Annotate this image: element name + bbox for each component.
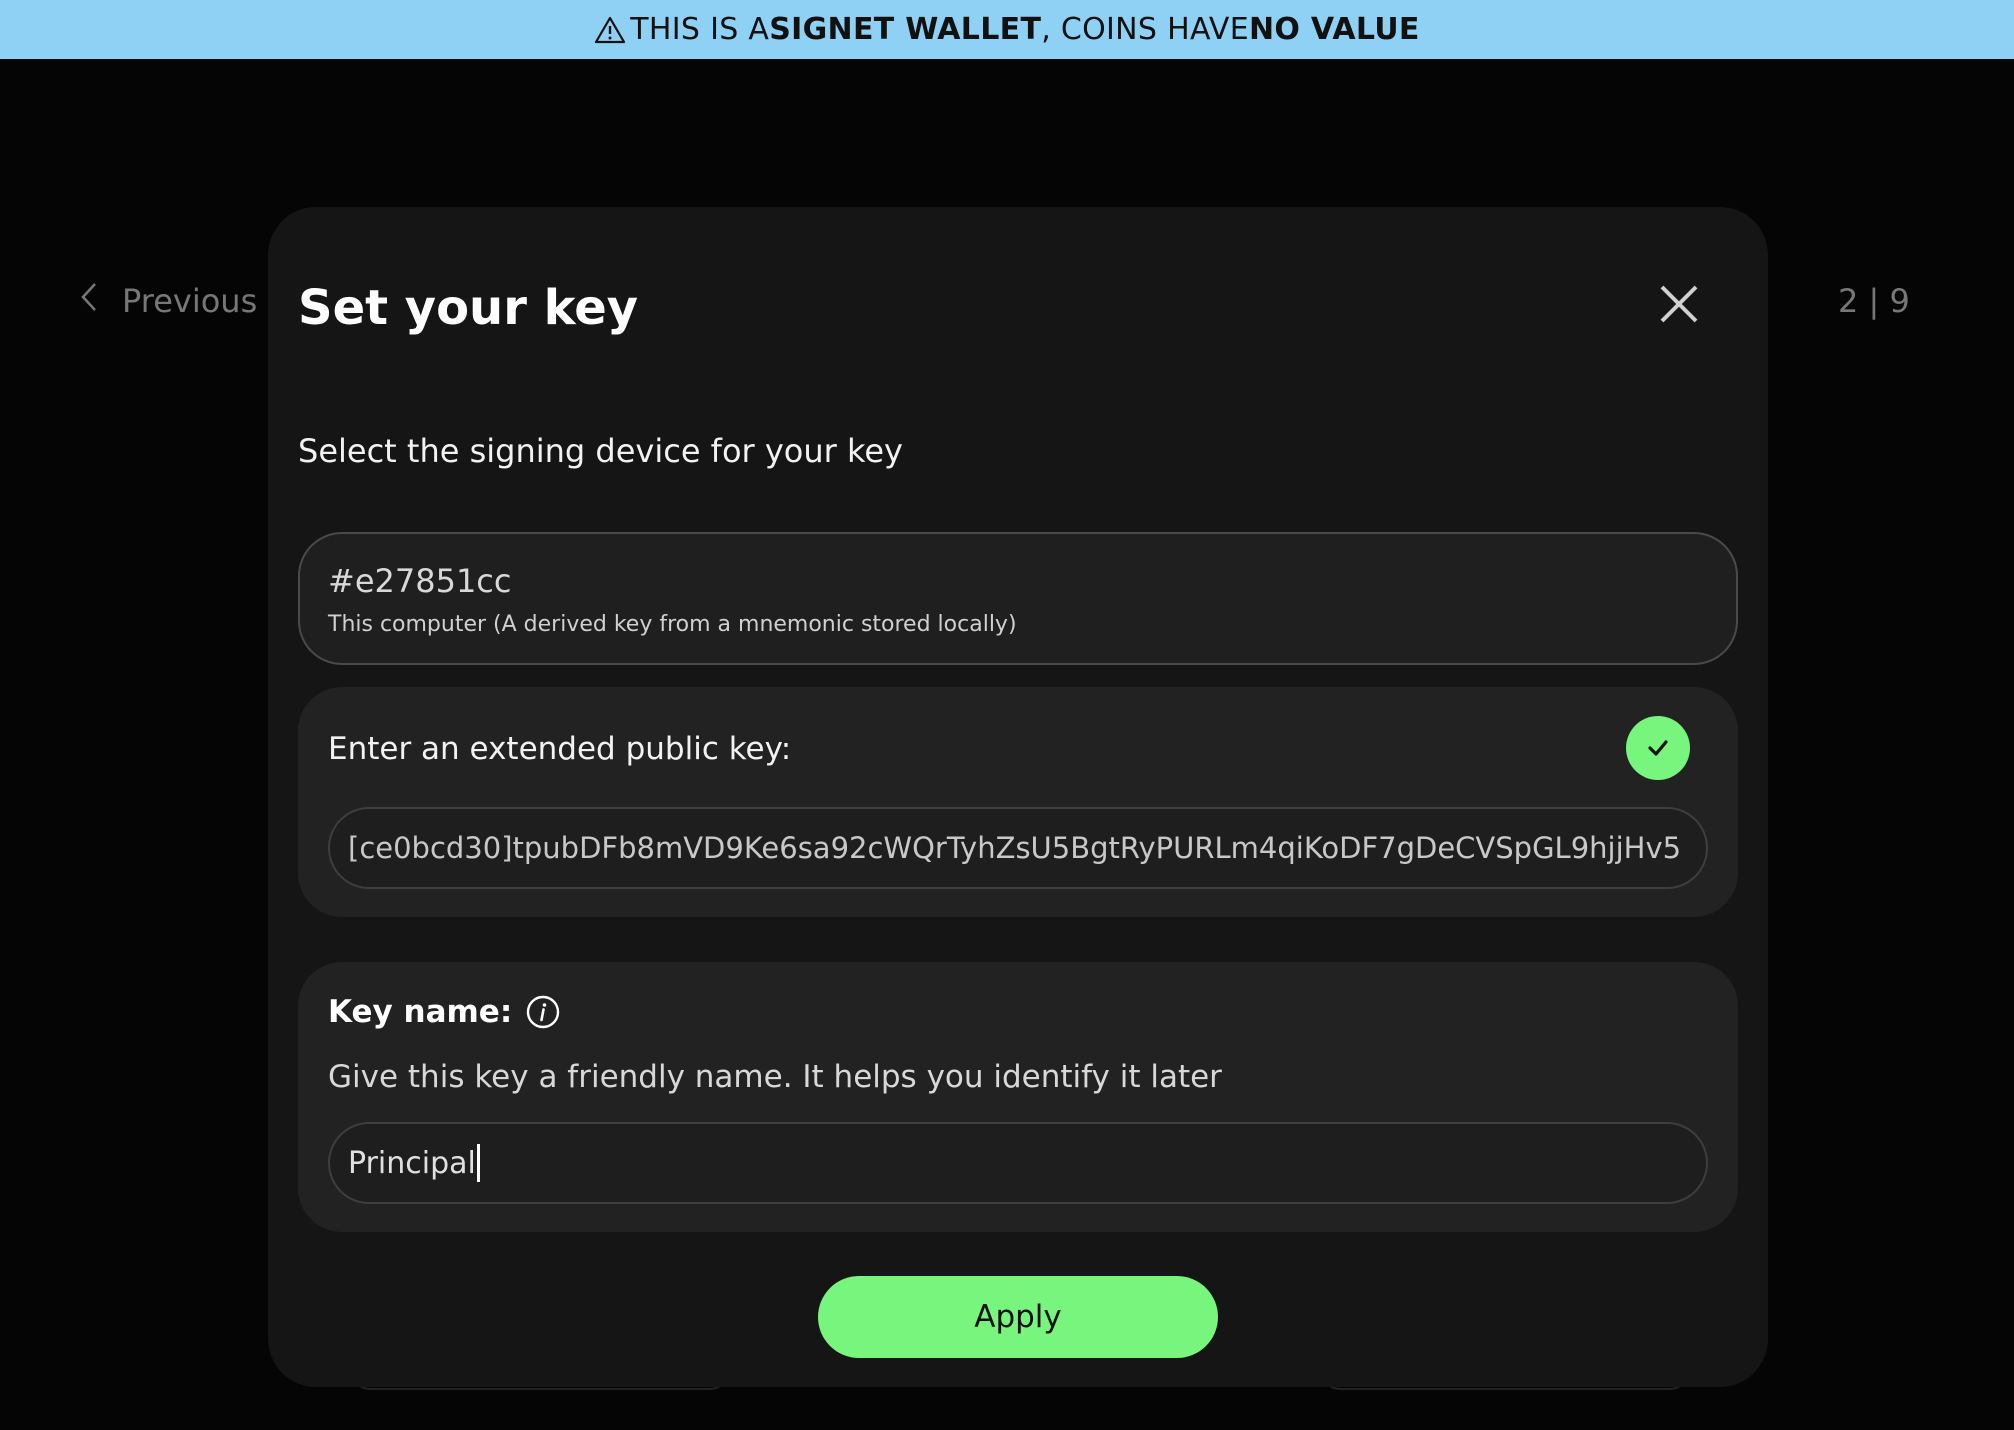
close-icon	[1659, 284, 1699, 328]
previous-button[interactable]: Previous	[80, 278, 257, 324]
xpub-label: Enter an extended public key:	[328, 731, 792, 767]
close-button[interactable]	[1656, 283, 1702, 329]
key-name-input[interactable]: Principal	[328, 1122, 1708, 1204]
step-indicator: 2 | 9	[1838, 282, 1910, 320]
apply-button[interactable]: Apply	[818, 1276, 1218, 1358]
text-caret	[476, 1144, 480, 1182]
signet-warning-banner: THIS IS A SIGNET WALLET , COINS HAVE NO …	[0, 0, 2014, 59]
key-name-help-text: Give this key a friendly name. It helps …	[328, 1059, 1222, 1095]
banner-text-prefix: THIS IS A	[630, 12, 770, 47]
banner-text-middle: , COINS HAVE	[1041, 12, 1249, 47]
set-key-modal: Set your key Select the signing device f…	[268, 207, 1768, 1387]
modal-subtitle: Select the signing device for your key	[298, 432, 903, 470]
key-name-label-row: Key name:	[328, 994, 560, 1030]
xpub-section: Enter an extended public key: [ce0bcd30]…	[298, 687, 1738, 917]
device-fingerprint: #e27851cc	[328, 562, 512, 600]
chevron-left-icon	[80, 281, 98, 321]
xpub-input[interactable]: [ce0bcd30]tpubDFb8mVD9Ke6sa92cWQrTyhZsU5…	[328, 807, 1708, 889]
signing-device-option[interactable]: #e27851cc This computer (A derived key f…	[298, 532, 1738, 665]
warning-triangle-icon	[594, 15, 626, 45]
key-name-section: Key name: Give this key a friendly name.…	[298, 962, 1738, 1232]
previous-label: Previous	[122, 282, 258, 320]
key-name-value: Principal	[348, 1145, 476, 1181]
banner-text-signet: SIGNET WALLET	[769, 12, 1042, 47]
key-name-label: Key name:	[328, 994, 513, 1030]
info-icon[interactable]	[526, 995, 560, 1029]
banner-text-no-value: NO VALUE	[1248, 12, 1420, 47]
modal-title: Set your key	[298, 280, 639, 336]
valid-check-icon	[1626, 716, 1690, 780]
device-description: This computer (A derived key from a mnem…	[328, 612, 1017, 637]
